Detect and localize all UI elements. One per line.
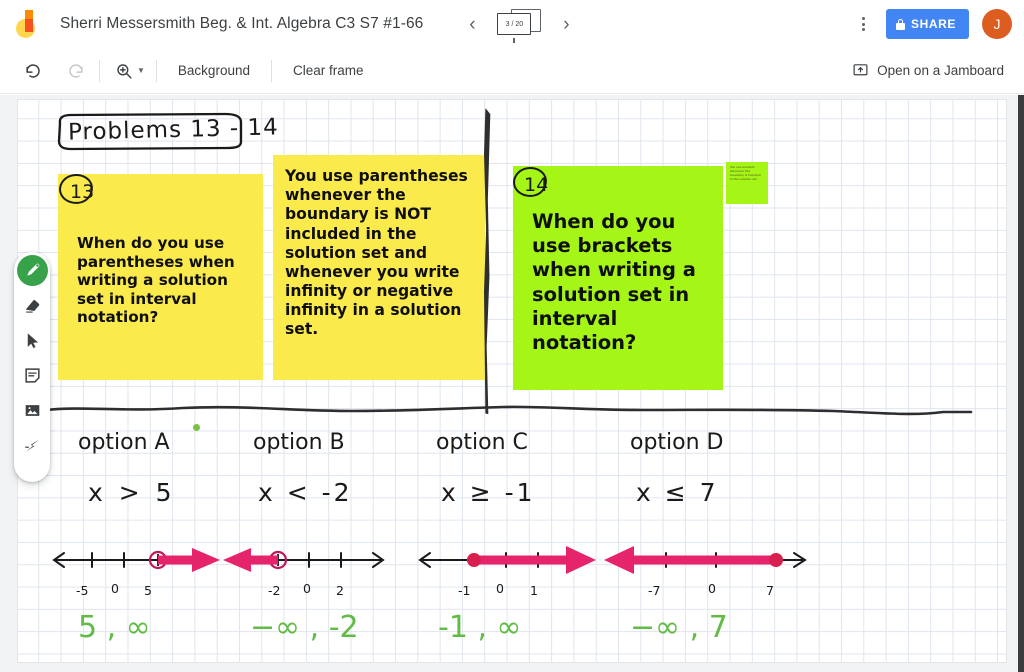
previous-frame-button[interactable]: ‹ (457, 9, 487, 39)
jamboard-logo-icon (14, 9, 44, 39)
document-title[interactable]: Sherri Messersmith Beg. & Int. Algebra C… (60, 15, 423, 33)
option-a-tick-0: -5 (76, 583, 89, 598)
vertical-divider-stroke (484, 108, 491, 414)
option-c-tick-0: -1 (458, 583, 471, 598)
horizontal-divider-stroke (43, 400, 973, 422)
image-tool[interactable] (17, 395, 48, 426)
tool-rail (14, 252, 50, 482)
sticky-note-14-question[interactable]: When do you use brackets when writing a … (513, 166, 723, 390)
open-on-jamboard-label: Open on a Jamboard (877, 63, 1004, 78)
ink-dot-green (193, 424, 200, 431)
share-button[interactable]: SHARE (885, 9, 969, 39)
option-d-number-line (598, 540, 813, 580)
eraser-tool[interactable] (17, 290, 48, 321)
sticky-note-14-answer-small[interactable]: You use brackets whenever the boundary i… (726, 162, 768, 204)
background-button[interactable]: Background (166, 56, 262, 86)
option-a-inequality: x > 5 (88, 478, 176, 507)
option-d-tick-0: -7 (648, 583, 661, 598)
frame-stem-icon (513, 38, 515, 43)
option-c-answer: -1 , ∞ (438, 610, 522, 645)
laser-pointer-tool[interactable] (17, 430, 48, 461)
option-d-tick-2: 7 (766, 583, 774, 598)
open-on-jamboard-button[interactable]: Open on a Jamboard (852, 62, 1024, 79)
frame-navigation: ‹ 3 / 20 › (457, 9, 581, 43)
clear-frame-button[interactable]: Clear frame (281, 56, 376, 86)
edit-toolbar: ▼ Background Clear frame Open on a Jambo… (0, 48, 1024, 94)
stage-right-edge (1018, 95, 1024, 672)
sticky-note-14-text: When do you use brackets when writing a … (532, 210, 696, 354)
option-d-answer: −∞ , 7 (630, 610, 728, 645)
option-b-tick-0: -2 (268, 583, 281, 598)
option-a-answer: 5 , ∞ (78, 610, 151, 645)
toolbar-divider (99, 59, 100, 82)
option-a-tick-2: 5 (144, 583, 152, 598)
sticky-note-tool[interactable] (17, 360, 48, 391)
option-d-tick-1: 0 (708, 581, 716, 596)
option-d-title: option D (630, 430, 724, 455)
toolbar-divider-2 (155, 59, 157, 82)
option-b-number-line (223, 540, 408, 580)
frame-counter-button[interactable]: 3 / 20 (497, 9, 542, 43)
share-button-label: SHARE (910, 17, 956, 31)
sticky-note-small-text: You use brackets whenever the boundary i… (730, 166, 761, 181)
option-c-inequality: x ≥ -1 (441, 478, 536, 507)
sticky-note-13-text: When do you use parentheses when writing… (77, 234, 235, 327)
sticky-note-13-answer[interactable]: You use parentheses whenever the boundar… (273, 155, 485, 380)
option-b-answer: −∞ , -2 (250, 610, 359, 645)
option-b-tick-1: 0 (303, 581, 311, 596)
frame-counter-label: 3 / 20 (505, 20, 524, 28)
zoom-in-button[interactable] (109, 56, 139, 86)
option-c-tick-2: 1 (530, 583, 538, 598)
jamboard-app: Sherri Messersmith Beg. & Int. Algebra C… (0, 0, 1024, 672)
undo-button[interactable] (18, 56, 48, 86)
option-a-title: option A (78, 430, 170, 455)
heading-box (55, 111, 245, 151)
jam-canvas[interactable]: Problems 13 - 14 When do you use parenth… (18, 100, 1006, 662)
option-c-tick-1: 0 (496, 581, 504, 596)
problem-number-13-label: 13 (70, 181, 95, 203)
zoom-dropdown-button[interactable]: ▼ (137, 66, 145, 75)
toolbar-divider-3 (270, 59, 272, 82)
canvas-stage: Problems 13 - 14 When do you use parenth… (0, 95, 1024, 672)
frame-counter-box: 3 / 20 (497, 13, 532, 35)
select-tool[interactable] (17, 325, 48, 356)
option-a-tick-1: 0 (111, 581, 119, 596)
sticky-note-13-answer-text: You use parentheses whenever the boundar… (285, 167, 468, 339)
avatar[interactable]: J (982, 9, 1012, 39)
problem-number-13: 13 (57, 172, 98, 206)
header-actions: SHARE J (850, 9, 1024, 39)
option-c-title: option C (436, 430, 528, 455)
option-b-inequality: x < -2 (258, 478, 353, 507)
app-header: Sherri Messersmith Beg. & Int. Algebra C… (0, 0, 1024, 48)
option-c-number-line (408, 540, 603, 580)
problem-number-14: 14 (511, 165, 552, 199)
option-b-title: option B (253, 430, 345, 455)
redo-button[interactable] (60, 56, 90, 86)
more-options-button[interactable] (850, 9, 878, 39)
pen-tool[interactable] (16, 255, 48, 286)
option-a-number-line (48, 540, 228, 580)
problem-number-14-label: 14 (524, 174, 549, 196)
option-b-tick-2: 2 (336, 583, 344, 598)
next-frame-button[interactable]: › (551, 9, 581, 39)
lock-icon (895, 18, 905, 30)
option-d-inequality: x ≤ 7 (636, 478, 719, 507)
